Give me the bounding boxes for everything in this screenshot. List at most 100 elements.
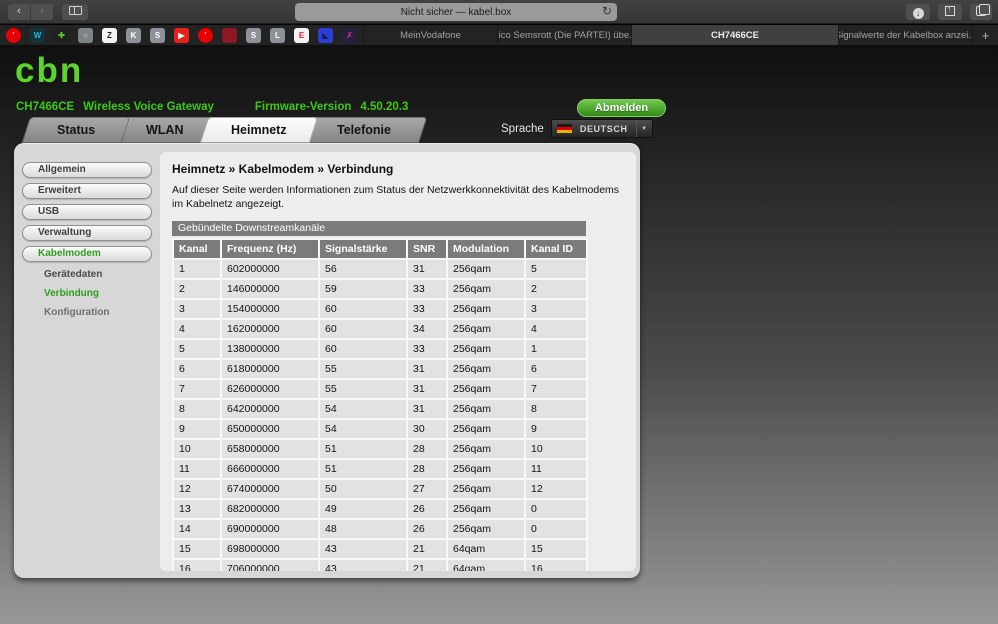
green-cross-icon[interactable]: ✚	[54, 27, 69, 43]
table-cell: 31	[406, 258, 448, 280]
url-bar[interactable]: Nicht sicher — kabel.box ↻	[295, 3, 617, 21]
downstream-table-wrap: Gebündelte Downstreamkanäle Kanal Frequen…	[172, 221, 588, 571]
table-row: 4 162000000 60 34 256qam 4	[172, 318, 588, 340]
downstream-table: Kanal Frequenz (Hz) Signalstärke SNR Modulat…	[172, 238, 588, 571]
table-cell: 60	[318, 318, 408, 340]
table-cell: 27	[406, 478, 448, 500]
tab-heimnetz[interactable]: Heimnetz	[199, 117, 319, 143]
downloads-button[interactable]: ↓	[906, 4, 930, 20]
sidebar-item-kabelmodem[interactable]: Kabelmodem	[22, 246, 152, 262]
table-cell: 658000000	[220, 438, 320, 460]
content-card: Allgemein Erweitert USB Verwaltung Kabelmode…	[14, 143, 640, 578]
table-cell: 8	[172, 398, 222, 420]
table-cell: 3	[524, 298, 588, 320]
column-header: Kanal ID	[524, 238, 588, 260]
table-cell: 28	[406, 458, 448, 480]
table-cell: 162000000	[220, 318, 320, 340]
tab-overview-icon	[976, 4, 990, 16]
table-cell: 33	[406, 338, 448, 360]
browser-tab-0[interactable]: MeinVodafone	[363, 25, 497, 45]
table-cell: 56	[318, 258, 408, 280]
forward-icon[interactable]: ›	[31, 4, 53, 20]
gray-circle-icon[interactable]: ○	[78, 27, 93, 43]
s-site-icon[interactable]: S	[150, 27, 165, 43]
vodafone-icon[interactable]: ’	[6, 27, 21, 43]
pinned-tabs: ’ W ✚ ○ Z K S ▶’ S L E ◣ ✗	[0, 25, 363, 45]
share-button[interactable]	[938, 2, 962, 20]
sidebar-item-usb[interactable]: USB	[22, 204, 152, 220]
table-row: 11 666000000 51 28 256qam 11	[172, 458, 588, 480]
column-header: SNR	[406, 238, 448, 260]
table-cell: 10	[524, 438, 588, 460]
youtube-icon[interactable]: ▶	[174, 27, 189, 43]
table-row: 7 626000000 55 31 256qam 7	[172, 378, 588, 400]
table-cell: 12	[524, 478, 588, 500]
table-cell: 256qam	[446, 378, 526, 400]
tab-overview-button[interactable]	[970, 4, 992, 20]
table-cell: 59	[318, 278, 408, 300]
table-cell: 9	[172, 418, 222, 440]
table-cell: 146000000	[220, 278, 320, 300]
table-row: 10 658000000 51 28 256qam 10	[172, 438, 588, 460]
browser-tab-bar: ’ W ✚ ○ Z K S ▶’ S L E ◣ ✗ MeinVodafone Nico Semsrott…	[0, 25, 998, 45]
darkred-site-icon[interactable]	[222, 27, 237, 43]
table-cell: 54	[318, 418, 408, 440]
sidebar-item-allgemein[interactable]: Allgemein	[22, 162, 152, 178]
e-site-icon[interactable]: E	[294, 27, 309, 43]
browser-tab-label: Signalwerte der Kabelbox anzei...	[838, 29, 972, 41]
sidebar-link-gerätedaten[interactable]: Gerätedaten	[22, 267, 162, 282]
language-dropdown[interactable]: DEUTSCH ▼	[550, 119, 653, 138]
table-cell: 154000000	[220, 298, 320, 320]
table-row: 5 138000000 60 33 256qam 1	[172, 338, 588, 360]
sidebar-item-verwaltung[interactable]: Verwaltung	[22, 225, 152, 241]
logout-button[interactable]: Abmelden	[577, 99, 666, 117]
table-cell: 54	[318, 398, 408, 420]
table-body: 1 602000000 56 31 256qam 5 2 146000000 59 33 256qa…	[172, 258, 588, 571]
tab-telefonie[interactable]: Telefonie	[300, 117, 428, 143]
table-row: 3 154000000 60 33 256qam 3	[172, 298, 588, 320]
back-icon[interactable]: ‹	[8, 4, 30, 20]
table-cell: 4	[172, 318, 222, 340]
blue-site-icon[interactable]: ◣	[318, 27, 333, 43]
table-cell: 1	[172, 258, 222, 280]
table-cell: 33	[406, 298, 448, 320]
table-cell: 11	[524, 458, 588, 480]
sidebar: Allgemein Erweitert USB Verwaltung Kabelmode…	[22, 162, 162, 324]
table-row: 13 682000000 49 26 256qam 0	[172, 498, 588, 520]
sidebar-item-erweitert[interactable]: Erweitert	[22, 183, 152, 199]
table-cell: 26	[406, 498, 448, 520]
tab-status[interactable]: Status	[21, 117, 131, 143]
l-site-icon[interactable]: L	[270, 27, 285, 43]
cbn-logo: cbn	[15, 51, 84, 90]
sidebar-link-verbindung[interactable]: Verbindung	[22, 286, 162, 301]
column-header: Signalstärke	[318, 238, 408, 260]
share-icon	[945, 2, 955, 17]
translate-icon[interactable]: Z	[102, 27, 117, 43]
browser-tab-3[interactable]: Signalwerte der Kabelbox anzei...	[838, 25, 972, 45]
navy-site-icon[interactable]: ✗	[342, 27, 357, 43]
table-cell: 256qam	[446, 478, 526, 500]
teal-w-icon[interactable]: W	[30, 27, 45, 43]
table-cell: 21	[406, 538, 448, 560]
browser-tab-2[interactable]: CH7466CE	[630, 25, 839, 45]
table-cell: 31	[406, 358, 448, 380]
browser-tab-1[interactable]: Nico Semsrott (Die PARTEI) übe...	[496, 25, 631, 45]
k-site-icon[interactable]: K	[126, 27, 141, 43]
table-row: 9 650000000 54 30 256qam 9	[172, 418, 588, 440]
table-cell: 650000000	[220, 418, 320, 440]
browser-tab-label: MeinVodafone	[400, 29, 461, 41]
new-tab-button[interactable]: +	[972, 25, 998, 45]
table-cell: 256qam	[446, 338, 526, 360]
chevron-down-icon[interactable]: ▼	[635, 120, 652, 137]
sidebar-link-konfiguration[interactable]: Konfiguration	[22, 305, 162, 320]
table-cell: 618000000	[220, 358, 320, 380]
s-site-icon-2[interactable]: S	[246, 27, 261, 43]
tab-label: Status	[56, 123, 96, 137]
column-header: Frequenz (Hz)	[220, 238, 320, 260]
vodafone-icon-2[interactable]: ’	[198, 27, 213, 43]
language-selected: DEUTSCH	[579, 123, 628, 134]
table-row: 6 618000000 55 31 256qam 6	[172, 358, 588, 380]
sidebar-toggle-icon[interactable]	[62, 4, 88, 20]
reload-icon[interactable]: ↻	[602, 4, 612, 18]
table-cell: 16	[172, 558, 222, 571]
